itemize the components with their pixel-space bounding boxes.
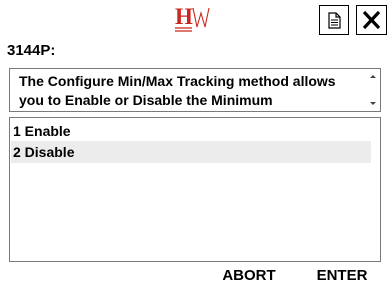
- device-title: 3144P:: [7, 42, 56, 59]
- scroll-up-arrow-icon[interactable]: [370, 75, 376, 78]
- hw-logo-icon: H: [173, 2, 213, 36]
- svg-text:H: H: [175, 4, 193, 29]
- options-list: 1 Enable 2 Disable: [9, 117, 381, 262]
- option-enable[interactable]: 1 Enable: [11, 120, 371, 142]
- notes-button[interactable]: [319, 5, 349, 35]
- description-scrollbar[interactable]: [366, 69, 380, 111]
- document-icon: [328, 12, 341, 29]
- scroll-down-arrow-icon[interactable]: [370, 102, 376, 105]
- abort-button[interactable]: ABORT: [214, 264, 284, 287]
- description-text: The Configure Min/Max Tracking method al…: [19, 73, 336, 108]
- option-disable[interactable]: 2 Disable: [11, 141, 371, 163]
- close-icon: [362, 10, 381, 30]
- description-box: The Configure Min/Max Tracking method al…: [9, 68, 381, 112]
- close-button[interactable]: [356, 5, 387, 35]
- enter-button[interactable]: ENTER: [302, 264, 382, 287]
